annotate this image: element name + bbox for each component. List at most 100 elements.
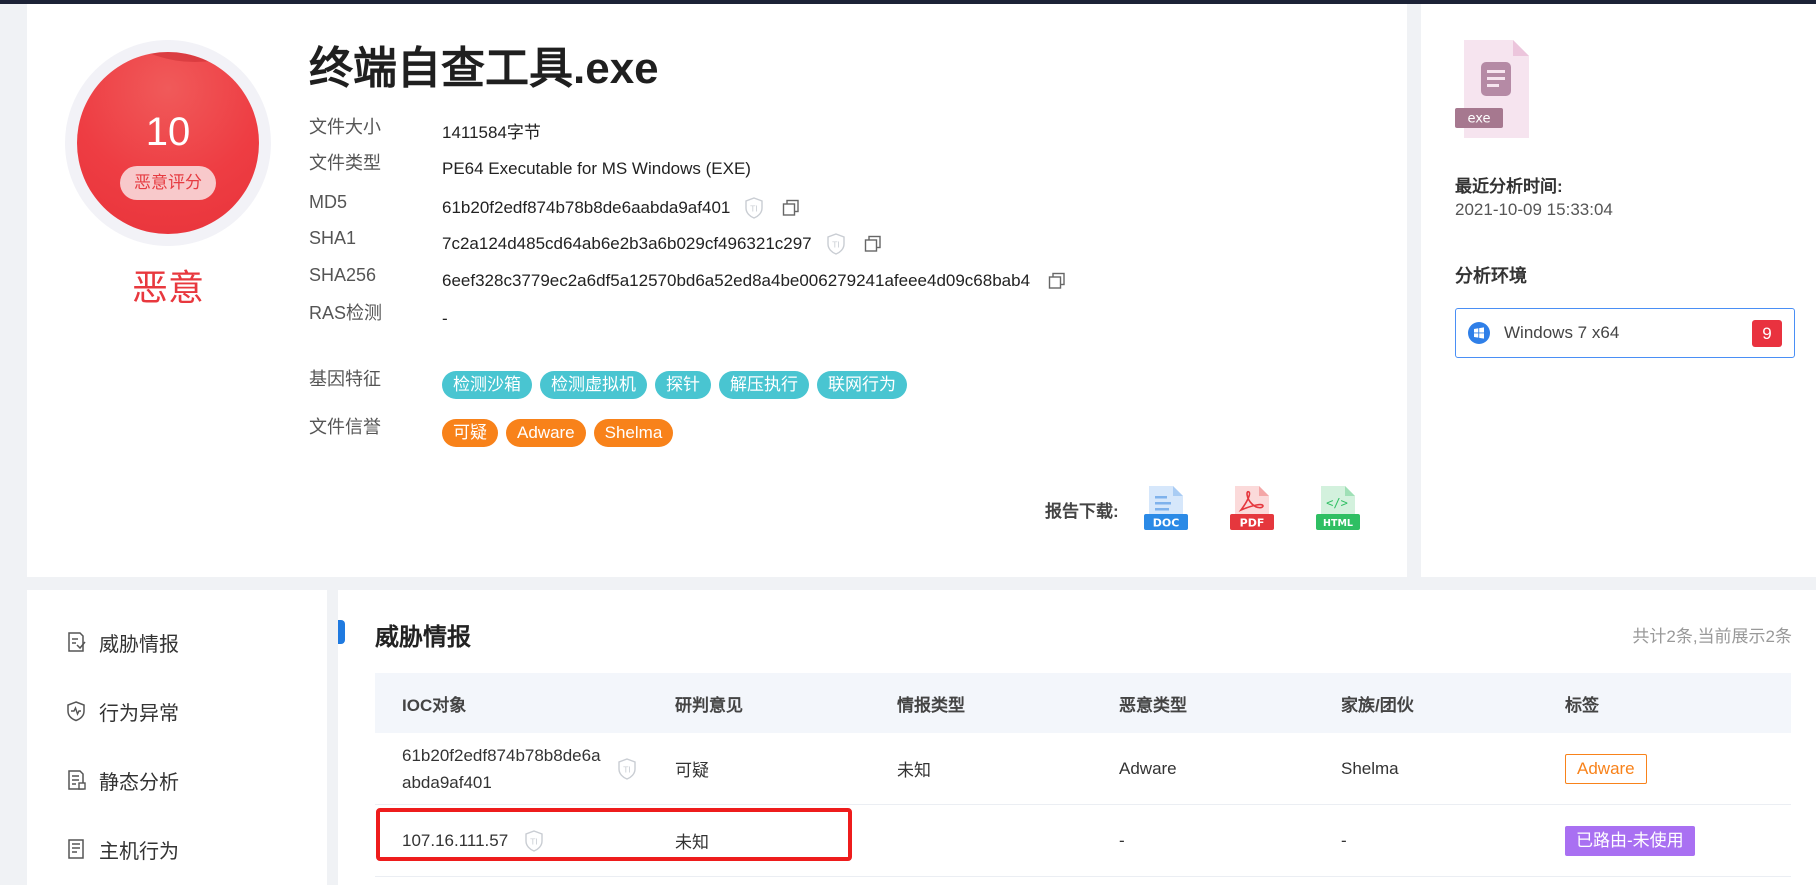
side-nav: 威胁情报 行为异常 静态分析 主机行为 (27, 590, 327, 885)
table-row: 61b20f2edf874b78b8de6a abda9af401 TI 可疑 … (375, 733, 1791, 805)
file-name-title: 终端自查工具.exe (309, 44, 659, 93)
malware-type-cell: - (1119, 830, 1125, 850)
copy-icon[interactable] (864, 235, 882, 253)
ioc-cell: 61b20f2edf874b78b8de6a abda9af401 TI (375, 742, 675, 796)
svg-text:</>: </> (1326, 496, 1348, 510)
sha256-value[interactable]: 6eef328c3779ec2a6df5a12570bd6a52ed8a4be0… (442, 270, 1030, 292)
analysis-env-label: 分析环境 (1455, 266, 1527, 286)
pdf-download-button[interactable]: PDF (1227, 484, 1277, 534)
svg-text:HTML: HTML (1323, 518, 1353, 529)
sha1-label: SHA1 (309, 228, 357, 248)
nav-label: 静态分析 (99, 771, 179, 794)
md5-label: MD5 (309, 192, 348, 212)
static-analysis-icon (68, 770, 86, 790)
nav-label: 行为异常 (99, 702, 179, 725)
env-count-badge: 9 (1752, 320, 1782, 347)
svg-text:TI: TI (750, 205, 758, 214)
gene-features-label: 基因特征 (309, 369, 381, 389)
section-title: 威胁情报 (375, 624, 471, 651)
gene-tag[interactable]: 联网行为 (817, 371, 907, 399)
env-name: Windows 7 x64 (1504, 323, 1620, 342)
svg-text:TI: TI (622, 765, 630, 774)
column-header: 研判意见 (675, 695, 743, 715)
sha256-row: SHA256 6eef328c3779ec2a6df5a12570bd6a52e… (309, 265, 1066, 296)
column-header: 家族/团伙 (1341, 695, 1414, 715)
column-header: IOC对象 (402, 695, 467, 715)
md5-value[interactable]: 61b20f2edf874b78b8de6aabda9af401 (442, 197, 730, 219)
reputation-tag[interactable]: Shelma (593, 419, 674, 447)
ras-label: RAS检测 (309, 303, 383, 323)
ras-row: RAS检测 - (309, 303, 448, 334)
svg-text:TI: TI (831, 241, 839, 250)
nav-item-abnormal-behavior[interactable]: 行为异常 (65, 695, 179, 727)
report-download: 报告下载: DOC PDF </> HTML (1045, 484, 1399, 534)
reputation-label: 文件信誉 (309, 417, 381, 437)
exe-file-icon: exe (1455, 40, 1529, 138)
ti-shield-icon[interactable]: TI (744, 197, 764, 219)
recent-analysis-label: 最近分析时间: (1455, 177, 1563, 196)
md5-row: MD5 61b20f2edf874b78b8de6aabda9af401 TI (309, 192, 800, 223)
file-type-value: PE64 Executable for MS Windows (EXE) (442, 159, 751, 178)
nav-item-host-behavior[interactable]: 主机行为 (65, 833, 179, 865)
section-marker (338, 620, 345, 644)
row-tag[interactable]: Adware (1565, 753, 1647, 784)
gene-tag[interactable]: 探针 (655, 371, 711, 399)
ti-shield-icon[interactable]: TI (617, 757, 637, 780)
ioc-value[interactable]: 107.16.111.57 (402, 827, 508, 854)
reputation-tag[interactable]: Adware (506, 419, 586, 447)
html-download-button[interactable]: </> HTML (1313, 484, 1363, 534)
ioc-line: 61b20f2edf874b78b8de6a (402, 745, 601, 765)
report-download-label: 报告下载: (1045, 501, 1119, 521)
intel-type-cell: 未知 (897, 761, 931, 780)
ras-value: - (442, 309, 448, 328)
env-selector[interactable]: Windows 7 x64 9 (1455, 308, 1795, 358)
nav-item-static-analysis[interactable]: 静态分析 (65, 764, 179, 796)
ioc-line: abda9af401 (402, 772, 492, 792)
ioc-value[interactable]: 61b20f2edf874b78b8de6a abda9af401 (402, 742, 601, 796)
gene-tag[interactable]: 检测虚拟机 (540, 371, 647, 399)
gene-tag[interactable]: 解压执行 (719, 371, 809, 399)
row-tag[interactable]: 已路由-未使用 (1565, 825, 1695, 856)
tag-cell: 已路由-未使用 (1565, 825, 1791, 856)
family-cell: Shelma (1341, 758, 1399, 778)
svg-text:TI: TI (530, 837, 538, 846)
file-type-label: 文件类型 (309, 153, 381, 173)
windows-icon (1468, 322, 1490, 344)
file-size-row: 文件大小 1411584字节 (309, 117, 541, 148)
ti-shield-icon[interactable]: TI (524, 829, 544, 852)
score-value: 10 (145, 110, 191, 154)
doc-download-button[interactable]: DOC (1141, 484, 1191, 534)
threat-intel-table: IOC对象 研判意见 情报类型 恶意类型 家族/团伙 标签 61b20f2edf… (375, 673, 1791, 877)
gene-features-row: 基因特征 检测沙箱 检测虚拟机 探针 解压执行 联网行为 (309, 369, 907, 400)
column-header: 标签 (1565, 695, 1599, 715)
copy-icon[interactable] (782, 199, 800, 217)
opinion-cell: 可疑 (675, 761, 709, 780)
ti-shield-icon[interactable]: TI (826, 233, 846, 255)
score-label: 恶意评分 (120, 166, 216, 200)
file-summary-card: 10 恶意评分 恶意 终端自查工具.exe 文件大小 1411584字节 文件类… (27, 4, 1407, 577)
score-circle: 10 恶意评分 (77, 52, 259, 234)
column-header: 情报类型 (897, 695, 965, 715)
shield-icon (67, 701, 85, 722)
nav-label: 主机行为 (99, 840, 179, 863)
opinion-cell: 未知 (675, 833, 709, 852)
sha256-label: SHA256 (309, 265, 377, 285)
recent-analysis-time: 2021-10-09 15:33:04 (1455, 200, 1613, 219)
sha1-value[interactable]: 7c2a124d485cd64ab6e2b3a6b029cf496321c297 (442, 233, 812, 255)
verdict-label: 恶意 (131, 267, 204, 308)
nav-label: 威胁情报 (99, 633, 179, 656)
copy-icon[interactable] (1048, 272, 1066, 290)
file-size-label: 文件大小 (309, 117, 381, 137)
analysis-env-card: exe 最近分析时间: 2021-10-09 15:33:04 分析环境 Win… (1421, 4, 1816, 577)
tag-cell: Adware (1565, 753, 1791, 784)
reputation-tags: 可疑 Adware Shelma (442, 419, 674, 447)
svg-text:exe: exe (1467, 112, 1490, 127)
reputation-row: 文件信誉 可疑 Adware Shelma (309, 417, 674, 448)
svg-text:DOC: DOC (1152, 517, 1179, 530)
reputation-tag[interactable]: 可疑 (442, 419, 498, 447)
ioc-cell: 107.16.111.57 TI (375, 827, 675, 854)
nav-item-threat-intel[interactable]: 威胁情报 (65, 626, 179, 658)
gene-tags: 检测沙箱 检测虚拟机 探针 解压执行 联网行为 (442, 371, 907, 399)
gene-tag[interactable]: 检测沙箱 (442, 371, 532, 399)
host-behavior-icon (68, 839, 84, 859)
